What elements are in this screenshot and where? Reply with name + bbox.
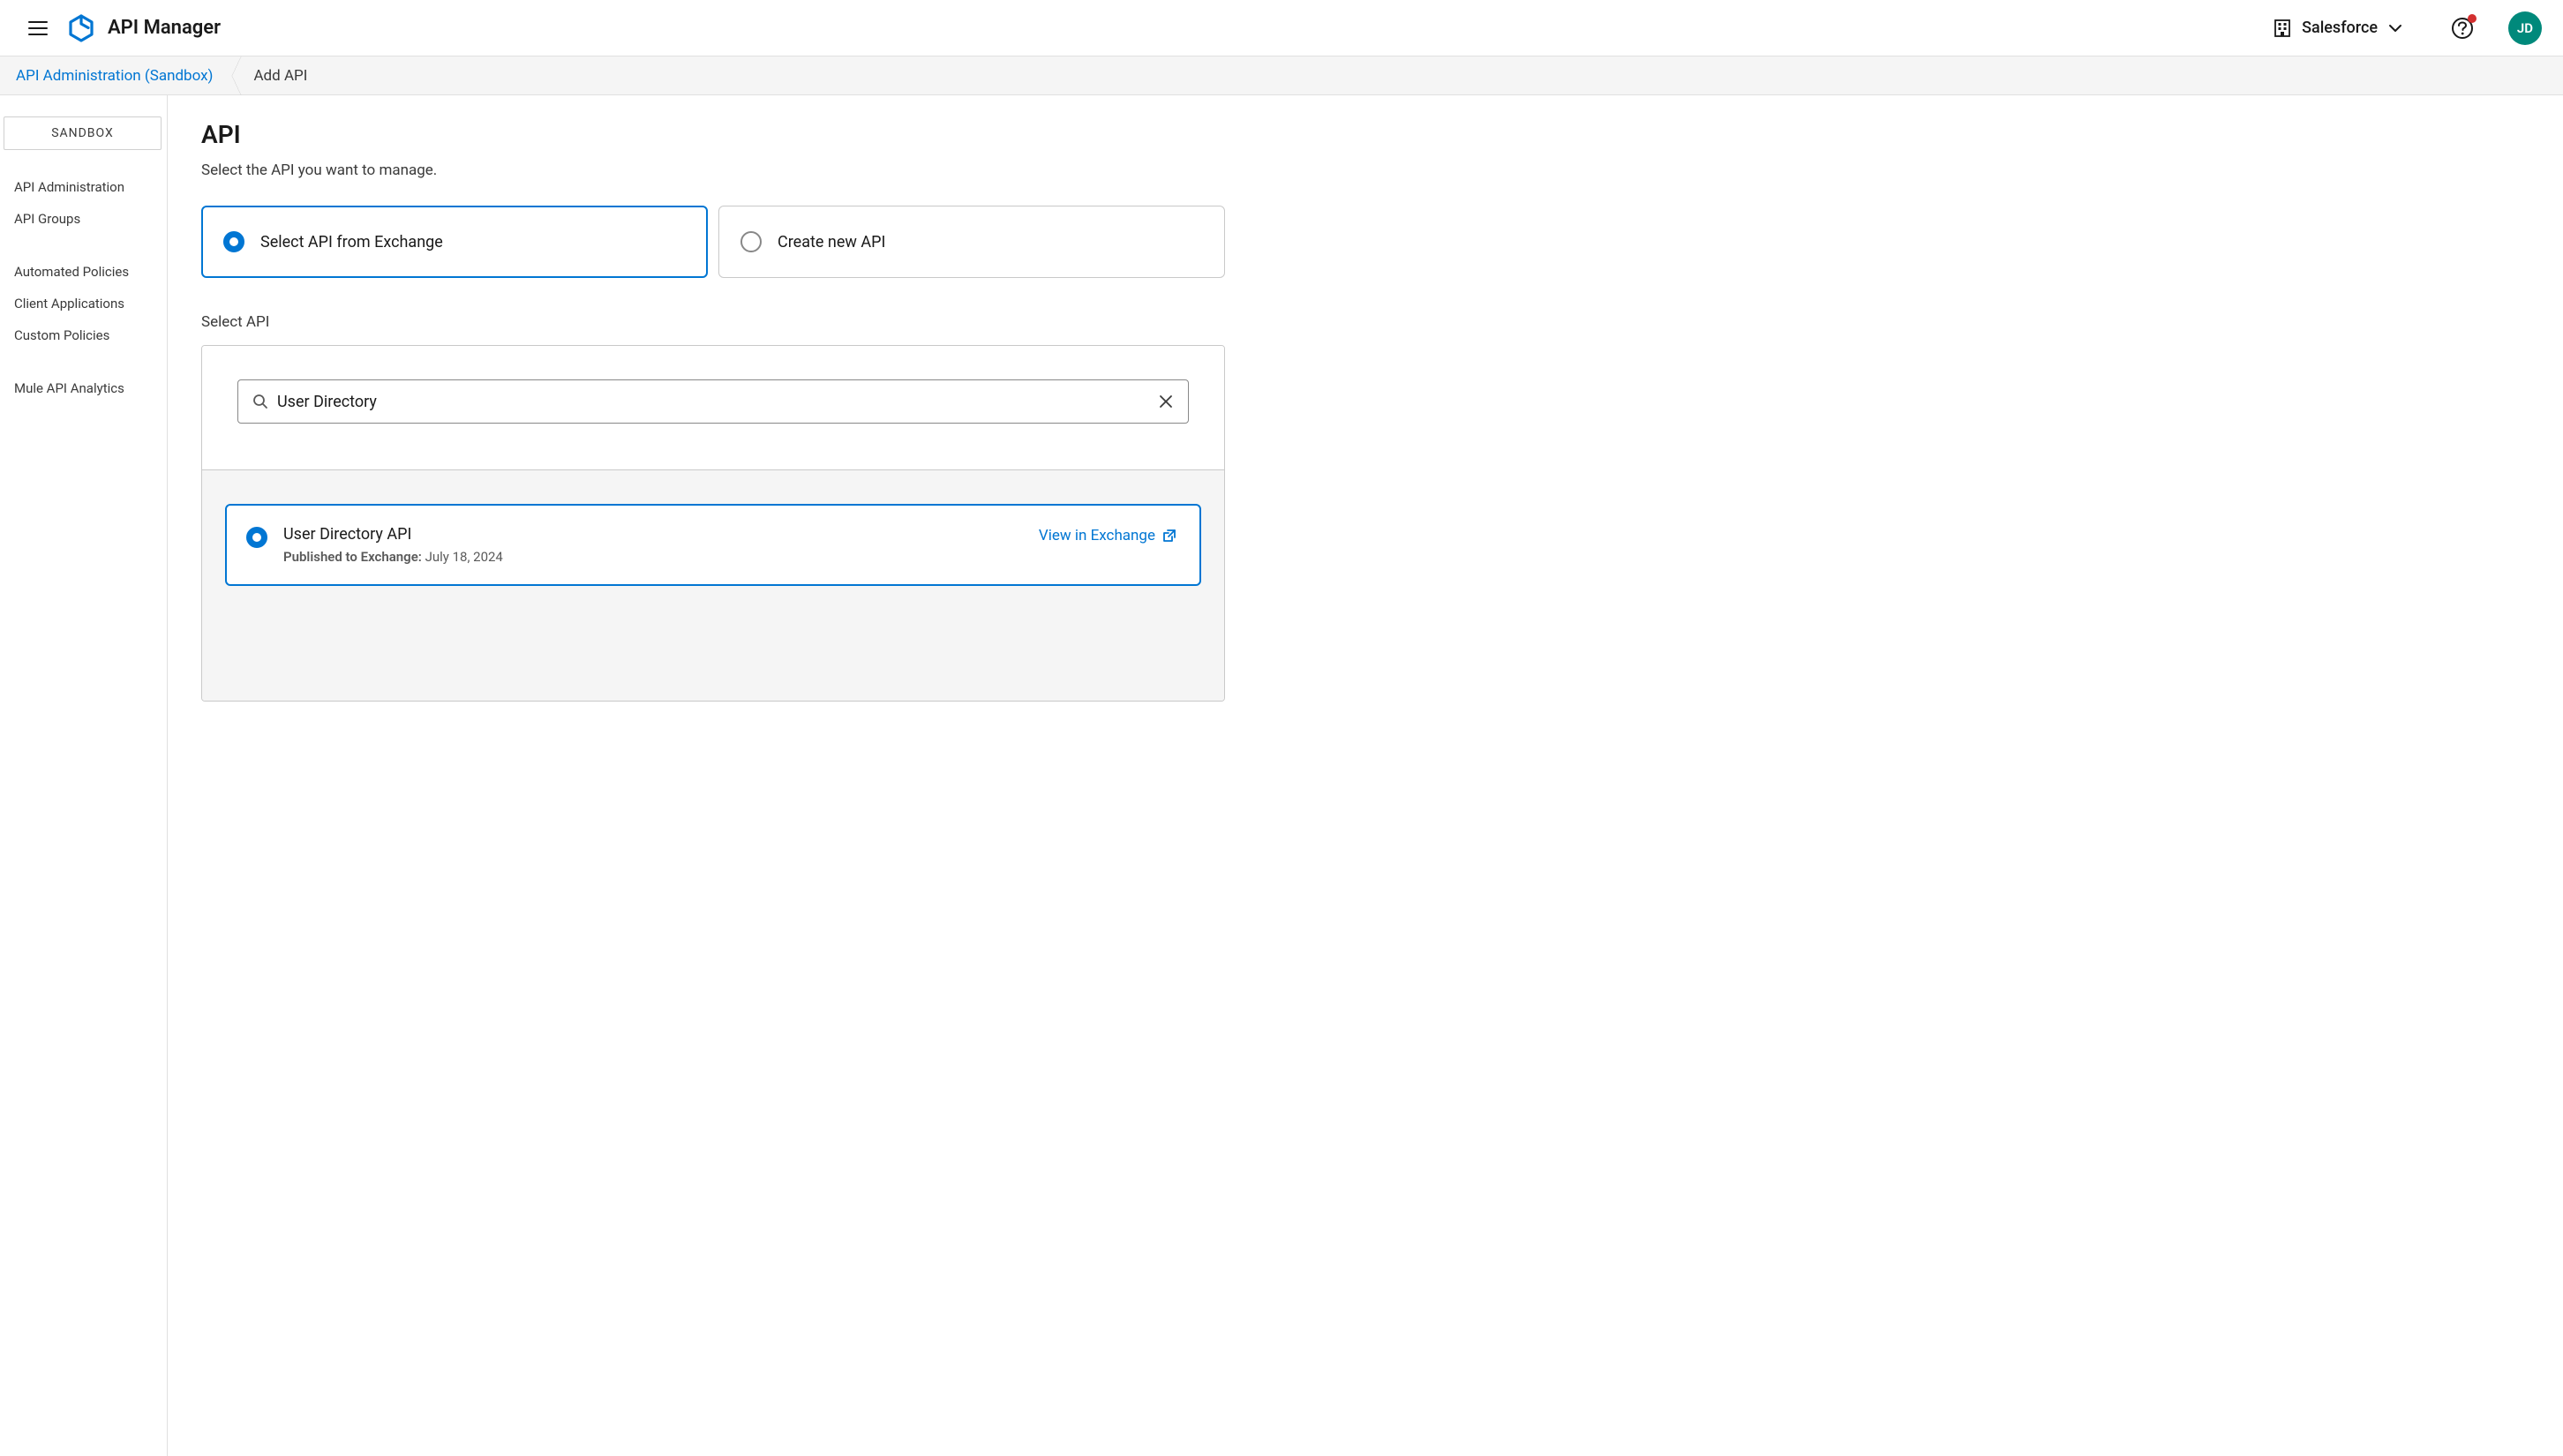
published-label: Published to Exchange: (283, 549, 422, 565)
search-icon (252, 394, 268, 409)
app-logo[interactable]: API Manager (67, 14, 221, 42)
breadcrumb-current: Add API (239, 67, 307, 85)
help-button[interactable] (2450, 16, 2475, 41)
environment-selector[interactable]: SANDBOX (4, 116, 162, 150)
radio-label: Create new API (778, 233, 885, 251)
user-avatar[interactable]: JD (2508, 11, 2542, 45)
top-bar: API Manager Salesforce JD (0, 0, 2563, 56)
notification-dot-icon (2468, 14, 2477, 23)
sidebar-item-custom-policies[interactable]: Custom Policies (0, 319, 167, 351)
sidebar-group: Mule API Analytics (0, 372, 167, 404)
sidebar-item-automated-policies[interactable]: Automated Policies (0, 256, 167, 288)
sidebar-item-api-groups[interactable]: API Groups (0, 203, 167, 235)
chevron-down-icon (2388, 24, 2402, 33)
sidebar-item-api-administration[interactable]: API Administration (0, 171, 167, 203)
select-api-label: Select API (201, 313, 1225, 331)
building-icon (2274, 19, 2291, 38)
breadcrumb: API Administration (Sandbox) Add API (0, 56, 2563, 95)
radio-selected-icon (246, 527, 267, 548)
api-result-title: User Directory API (283, 525, 1023, 544)
business-group-name: Salesforce (2302, 19, 2378, 37)
view-in-exchange-label: View in Exchange (1039, 527, 1155, 544)
api-source-radio-group: Select API from Exchange Create new API (201, 206, 1225, 278)
sidebar-item-client-applications[interactable]: Client Applications (0, 288, 167, 319)
sidebar-group: Automated Policies Client Applications C… (0, 256, 167, 351)
external-link-icon (1162, 529, 1176, 543)
radio-selected-icon (223, 231, 244, 252)
published-date: July 18, 2024 (425, 549, 503, 565)
sidebar-group: API Administration API Groups (0, 171, 167, 235)
radio-unselected-icon (740, 231, 762, 252)
close-icon (1159, 394, 1173, 409)
page-title: API (201, 120, 1225, 149)
radio-label: Select API from Exchange (260, 233, 443, 251)
search-results: User Directory API Published to Exchange… (202, 469, 1224, 701)
api-result-meta: Published to Exchange: July 18, 2024 (283, 549, 1023, 565)
main-content: API Select the API you want to manage. S… (168, 95, 2563, 1456)
hexagon-logo-icon (67, 14, 95, 42)
radio-card-create-new-api[interactable]: Create new API (718, 206, 1225, 278)
sidebar: SANDBOX API Administration API Groups Au… (0, 95, 168, 1456)
business-group-switcher[interactable]: Salesforce (2266, 15, 2409, 41)
select-api-panel: User Directory API Published to Exchange… (201, 345, 1225, 702)
clear-search-button[interactable] (1158, 394, 1174, 409)
search-input[interactable] (277, 393, 1149, 411)
view-in-exchange-link[interactable]: View in Exchange (1039, 527, 1176, 544)
sidebar-item-mule-api-analytics[interactable]: Mule API Analytics (0, 372, 167, 404)
radio-card-select-from-exchange[interactable]: Select API from Exchange (201, 206, 708, 278)
search-field[interactable] (237, 379, 1189, 424)
hamburger-icon (28, 20, 48, 36)
breadcrumb-separator-icon (230, 67, 239, 85)
api-result-card[interactable]: User Directory API Published to Exchange… (225, 504, 1201, 586)
page-subtitle: Select the API you want to manage. (201, 161, 1225, 179)
app-title: API Manager (108, 17, 221, 39)
search-area (202, 346, 1224, 469)
breadcrumb-root-link[interactable]: API Administration (Sandbox) (16, 67, 230, 85)
hamburger-menu-button[interactable] (25, 15, 51, 41)
